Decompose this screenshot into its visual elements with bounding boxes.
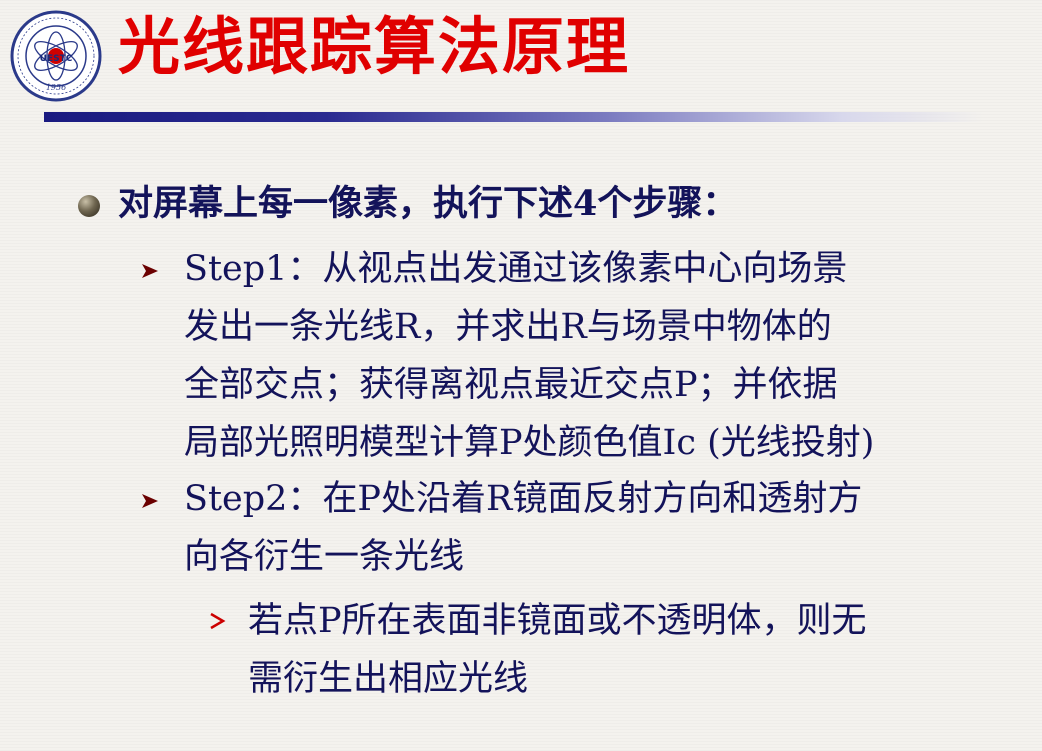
step2-line-1: Step2：在P处沿着R镜面反射方向和透射方	[184, 479, 863, 519]
step2-line-2: 向各衍生一条光线	[184, 537, 465, 577]
step1-line-2: 发出一条光线R，并求出R与场景中物体的	[184, 307, 832, 347]
chevron-right-icon	[210, 612, 226, 630]
step2-sub-item: 若点P所在表面非镜面或不透明体，则无 需衍生出相应光线	[210, 592, 867, 708]
step1-line-3: 全部交点；获得离视点最近交点P；并依据	[184, 365, 838, 405]
sub-line-1: 若点P所在表面非镜面或不透明体，则无	[248, 601, 867, 641]
svg-text:1956: 1956	[46, 83, 66, 92]
step1-line-1: Step1：从视点出发通过该像素中心向场景	[184, 249, 848, 289]
intro-bullet: 对屏幕上每一像素，执行下述4个步骤：	[78, 172, 737, 236]
title-divider	[44, 112, 984, 122]
sub-line-2: 需衍生出相应光线	[248, 659, 529, 699]
svg-text:UESTC: UESTC	[40, 54, 73, 64]
intro-text: 对屏幕上每一像素，执行下述4个步骤：	[118, 183, 738, 224]
arrow-bullet-icon	[142, 264, 158, 278]
step2-item: Step2：在P处沿着R镜面反射方向和透射方 向各衍生一条光线	[142, 470, 863, 586]
arrow-bullet-icon	[142, 494, 158, 508]
round-bullet-icon	[78, 195, 100, 217]
step1-line-4: 局部光照明模型计算P处颜色值Ic (光线投射)	[184, 423, 875, 463]
university-logo: UESTC 1956	[10, 10, 102, 102]
slide-title: 光线跟踪算法原理	[118, 10, 631, 83]
step1-item: Step1：从视点出发通过该像素中心向场景 发出一条光线R，并求出R与场景中物体…	[142, 240, 875, 472]
